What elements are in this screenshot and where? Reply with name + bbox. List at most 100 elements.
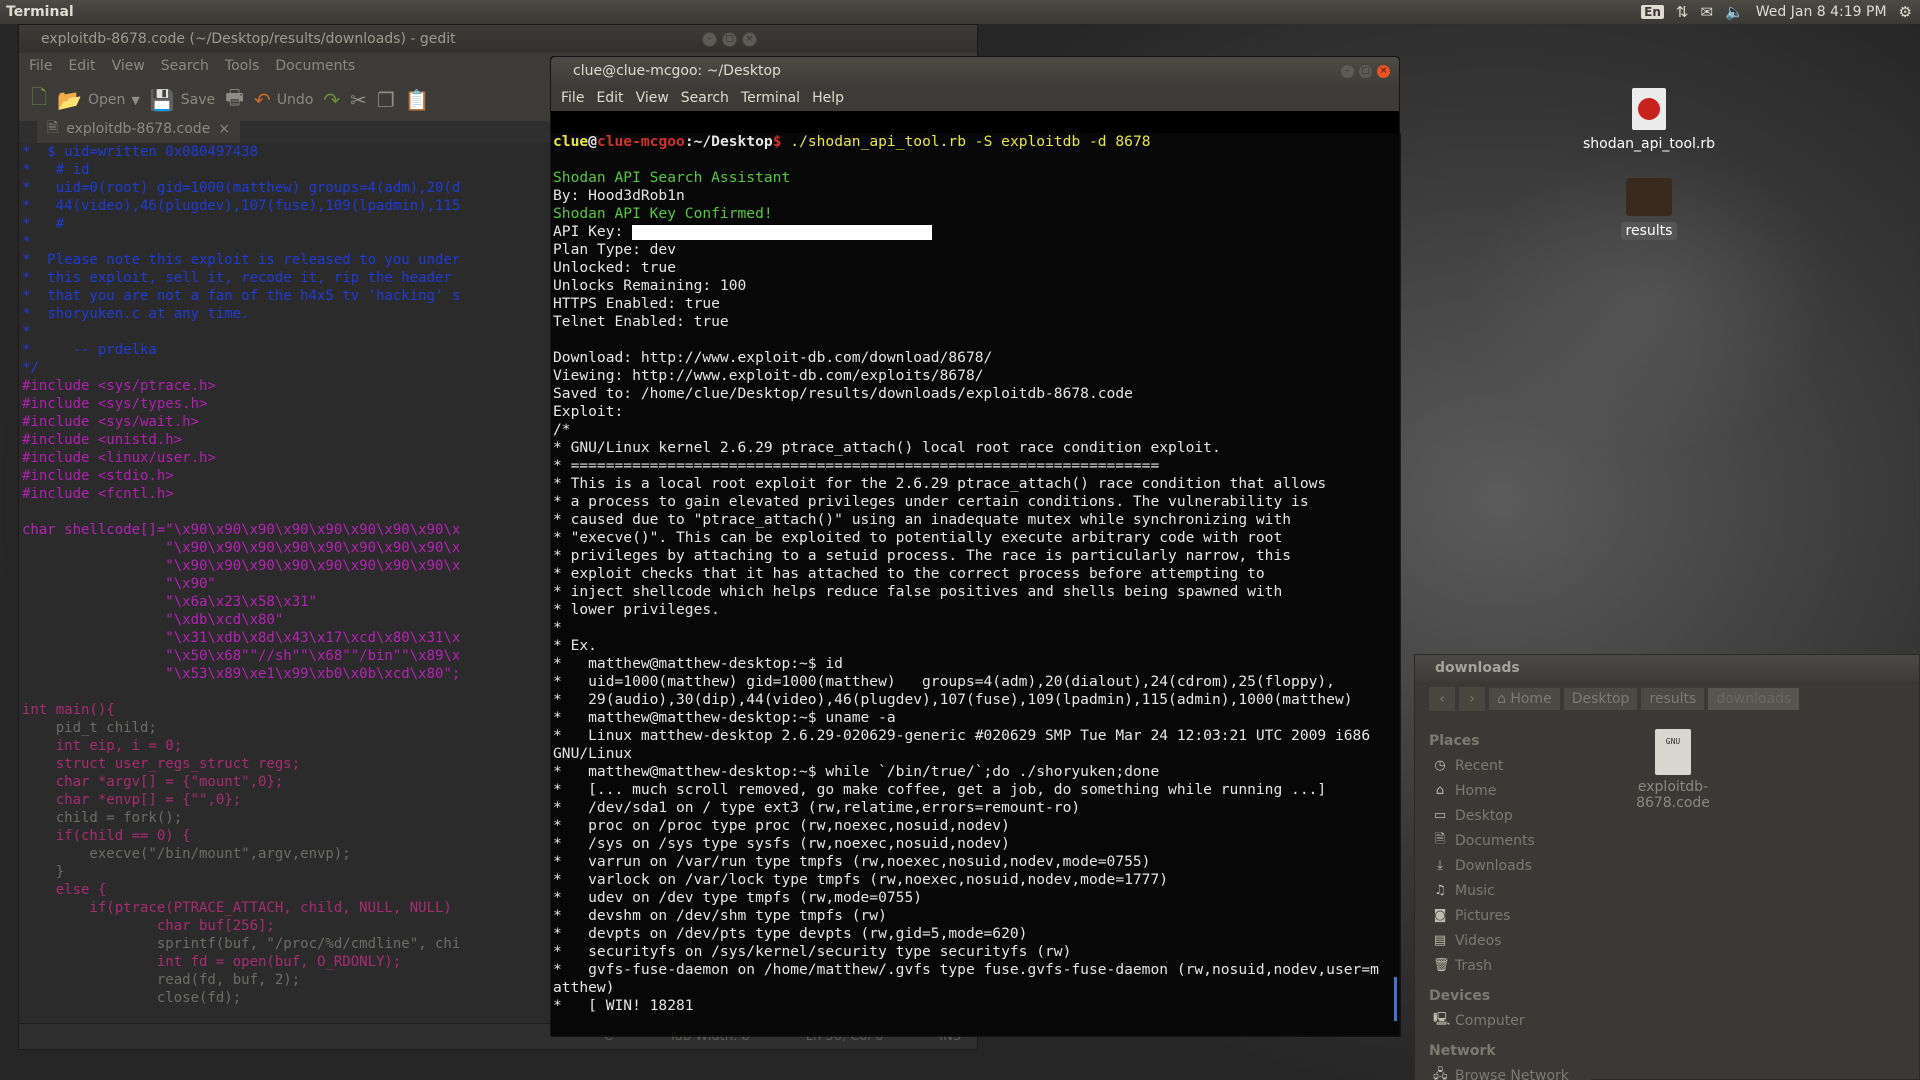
terminal-line: Unlocked: true: [553, 259, 677, 276]
new-button[interactable]: 🗋: [31, 83, 47, 117]
desktop-icon-results[interactable]: results: [1574, 178, 1724, 240]
sidebar-item-browse-network[interactable]: 🖧 Browse Network: [1429, 1063, 1591, 1080]
close-button[interactable]: ×: [742, 31, 757, 47]
close-icon[interactable]: ×: [218, 121, 230, 137]
folder-icon: ▭: [1433, 808, 1447, 823]
window-title: downloads: [1435, 660, 1520, 676]
terminal-line: * [... much scroll removed, go make coff…: [553, 781, 1327, 798]
sidebar-item-downloads[interactable]: ⤓ Downloads: [1429, 853, 1591, 878]
terminal-line: HTTPS Enabled: true: [553, 295, 720, 312]
terminal-line: * varlock on /var/lock type tmpfs (rw,no…: [553, 871, 1169, 888]
minimize-button[interactable]: –: [1340, 63, 1355, 79]
sidebar-item-home[interactable]: ⌂ Home: [1429, 778, 1591, 803]
file-view[interactable]: GNU exploitdb-8678.code: [1595, 723, 1919, 1079]
menu-view[interactable]: View: [636, 90, 669, 106]
close-button[interactable]: ×: [1376, 63, 1391, 79]
network-icon[interactable]: ⇅: [1676, 3, 1689, 21]
file-item[interactable]: GNU exploitdb-8678.code: [1613, 729, 1733, 811]
active-app-title: Terminal: [6, 4, 74, 20]
document-tab[interactable]: 🗎 exploitdb-8678.code ×: [37, 115, 241, 143]
menu-search[interactable]: Search: [681, 90, 729, 106]
menu-terminal[interactable]: Terminal: [741, 90, 800, 106]
clock-icon: ◷: [1434, 758, 1446, 773]
clock[interactable]: Wed Jan 8 4:19 PM: [1756, 4, 1887, 20]
terminal-output[interactable]: clue@clue-mcgoo:~/Desktop$ ./shodan_api_…: [551, 133, 1401, 1037]
minimize-button[interactable]: –: [702, 31, 717, 47]
menu-edit[interactable]: Edit: [68, 58, 95, 74]
desktop-icon-shodan[interactable]: shodan_api_tool.rb: [1574, 88, 1724, 152]
breadcrumb-results[interactable]: results: [1641, 688, 1705, 710]
terminal-titlebar[interactable]: clue@clue-mcgoo: ~/Desktop – □ ×: [551, 57, 1399, 85]
terminal-scrollbar[interactable]: [1394, 977, 1397, 1021]
sidebar-item-videos[interactable]: ▤ Videos: [1429, 928, 1591, 953]
terminal-window[interactable]: clue@clue-mcgoo: ~/Desktop – □ × File Ed…: [550, 56, 1401, 1037]
redo-button[interactable]: ↷: [323, 88, 340, 112]
save-button[interactable]: 💾 Save: [150, 88, 215, 112]
menu-view[interactable]: View: [112, 58, 145, 74]
sidebar-item-label: Trash: [1455, 957, 1492, 974]
menu-edit[interactable]: Edit: [596, 90, 623, 106]
window-title: clue@clue-mcgoo: ~/Desktop: [573, 63, 781, 79]
music-icon: ♫: [1434, 883, 1446, 898]
sidebar-item-pictures[interactable]: ◙ Pictures: [1429, 903, 1591, 928]
menu-documents[interactable]: Documents: [275, 58, 355, 74]
menu-file[interactable]: File: [561, 90, 584, 106]
code-line: #include <sys/ptrace.h>: [22, 378, 216, 394]
file-manager-titlebar[interactable]: downloads: [1415, 655, 1919, 681]
code-line: char buf[256];: [22, 918, 275, 934]
breadcrumb-desktop[interactable]: Desktop: [1563, 688, 1638, 710]
code-line: else {: [22, 882, 107, 898]
undo-icon: ↶: [254, 88, 271, 112]
sidebar-item-documents[interactable]: 🗎 Documents: [1429, 828, 1591, 853]
back-button[interactable]: ‹: [1429, 687, 1455, 711]
terminal-line: Shodan API Search Assistant: [553, 169, 791, 186]
terminal-line: * Linux matthew-desktop 2.6.29-020629-ge…: [553, 727, 1371, 744]
code-line: * -- prdelka: [22, 342, 157, 358]
sidebar-item-label: Music: [1455, 882, 1495, 899]
sidebar-item-trash[interactable]: 🗑 Trash: [1429, 953, 1591, 978]
desktop-icon-label: shodan_api_tool.rb: [1582, 136, 1716, 152]
breadcrumb-downloads[interactable]: downloads: [1708, 688, 1800, 710]
chevron-down-icon[interactable]: ▼: [131, 94, 139, 107]
print-button[interactable]: 🖶: [225, 83, 244, 117]
undo-button[interactable]: ↶ Undo: [254, 88, 313, 112]
maximize-button[interactable]: □: [1358, 63, 1373, 79]
menu-help[interactable]: Help: [812, 90, 844, 106]
terminal-line: * [ WIN! 18281: [553, 997, 694, 1014]
gedit-titlebar[interactable]: exploitdb-8678.code (~/Desktop/results/d…: [19, 25, 977, 53]
sidebar-item-label: Home: [1455, 782, 1497, 799]
top-panel: Terminal En ⇅ ✉ 🔈 Wed Jan 8 4:19 PM ⚙: [0, 0, 1920, 24]
terminal-line: * GNU/Linux kernel 2.6.29 ptrace_attach(…: [553, 439, 1221, 456]
terminal-line: GNU/Linux: [553, 745, 633, 762]
terminal-line: /*: [553, 421, 571, 438]
menu-search[interactable]: Search: [161, 58, 209, 74]
copy-button[interactable]: ❐: [377, 88, 395, 112]
forward-button[interactable]: ›: [1459, 687, 1485, 711]
mail-icon[interactable]: ✉: [1701, 3, 1714, 21]
paste-button[interactable]: 📋: [405, 88, 430, 112]
chevron-right-icon: ›: [1469, 691, 1475, 707]
api-key-label: API Key:: [553, 223, 633, 240]
sidebar-item-desktop[interactable]: ▭ Desktop: [1429, 803, 1591, 828]
terminal-header-lines: Shodan API Search Assistant By: Hood3dRob…: [553, 151, 1401, 205]
code-line: * # id: [22, 162, 90, 178]
sidebar-item-recent[interactable]: ◷ Recent: [1429, 753, 1591, 778]
cut-button[interactable]: ✂: [350, 88, 367, 112]
sidebar-item-music[interactable]: ♫ Music: [1429, 878, 1591, 903]
save-icon: 💾: [149, 88, 175, 112]
text-file-icon: GNU: [1655, 729, 1691, 775]
volume-icon[interactable]: 🔈: [1725, 3, 1744, 21]
code-editor[interactable]: * $ uid=written 0x080497438 * # id * uid=0…: [19, 143, 459, 1013]
menu-file[interactable]: File: [29, 58, 52, 74]
open-button[interactable]: 📂 Open ▼: [57, 88, 140, 112]
sidebar-item-computer[interactable]: 🖳 Computer: [1429, 1008, 1591, 1033]
code-line: * #: [22, 216, 65, 232]
keyboard-indicator[interactable]: En: [1641, 5, 1664, 19]
file-manager-window[interactable]: downloads ‹ › ⌂ Home Desktop results dow…: [1414, 654, 1920, 1080]
menu-tools[interactable]: Tools: [225, 58, 260, 74]
breadcrumb-home[interactable]: ⌂ Home: [1489, 688, 1560, 710]
gear-icon[interactable]: ⚙: [1899, 3, 1912, 21]
maximize-button[interactable]: □: [722, 31, 737, 47]
code-line: #include <fcntl.h>: [22, 486, 174, 502]
